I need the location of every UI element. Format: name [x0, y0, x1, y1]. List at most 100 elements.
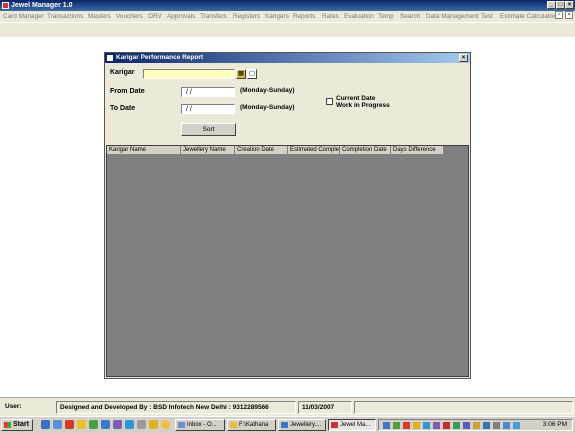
close-button[interactable]: ×	[565, 1, 574, 9]
windows-logo-icon	[4, 422, 11, 428]
app-icon-4[interactable]	[125, 420, 134, 429]
taskbar: Start Inbox - O... F:\Kathana Jewellery.…	[0, 416, 575, 433]
tray-icon-12[interactable]	[493, 422, 500, 429]
folder-icon[interactable]	[77, 420, 86, 429]
app-icon-3[interactable]	[113, 420, 122, 429]
from-date-field[interactable]: / /	[181, 87, 235, 97]
menu-karigars[interactable]: Karigars	[265, 12, 289, 21]
menu-transactions[interactable]: Transactions	[47, 12, 83, 21]
checkbox-label-line2: Work in Progress	[336, 102, 390, 109]
volume-icon[interactable]	[503, 422, 510, 429]
menu-evaluation[interactable]: Evaluation	[344, 12, 374, 21]
menu-data-management[interactable]: Data Management	[426, 12, 479, 21]
task-folder-label: F:\Kathana	[239, 422, 269, 428]
from-date-hint: (Monday-Sunday)	[240, 87, 295, 94]
tray-icon-8[interactable]	[453, 422, 460, 429]
column-estimated-completion[interactable]: Estimated Complet	[288, 146, 340, 155]
task-jewel-manager-label: Jewel Ma...	[340, 422, 371, 428]
menu-temp[interactable]: Temp	[378, 12, 394, 21]
dialog-title-bar: Karigar Performance Report ×	[105, 53, 470, 63]
task-inbox[interactable]: Inbox - O...	[175, 419, 225, 431]
start-label: Start	[13, 421, 29, 428]
menu-transfers[interactable]: Transfers	[200, 12, 227, 21]
task-folder[interactable]: F:\Kathana	[227, 419, 276, 431]
menu-card-manager[interactable]: Card Manager	[3, 12, 44, 21]
status-date: 11/03/2007	[298, 401, 352, 414]
karigar-lookup-icon[interactable]: ▦	[236, 69, 246, 79]
grid-header: Karigar Name Jewellery Name Creation Dat…	[107, 146, 444, 155]
network-icon[interactable]	[513, 422, 520, 429]
task-inbox-icon	[178, 422, 185, 428]
maximize-button[interactable]: □	[556, 1, 565, 9]
app-icon-5[interactable]	[137, 420, 146, 429]
menu-estimate-calculator[interactable]: Estimate Calculator	[500, 12, 555, 21]
task-inbox-label: Inbox - O...	[187, 422, 217, 428]
menu-search[interactable]: Search	[400, 12, 420, 21]
task-jewellery[interactable]: Jewellery....	[278, 419, 326, 431]
column-creation-date[interactable]: Creation Date	[235, 146, 288, 155]
column-days-difference[interactable]: Days Difference	[391, 146, 444, 155]
menu-bar: Card Manager Transactions Masters Vouche…	[0, 11, 575, 22]
media-icon[interactable]	[65, 420, 74, 429]
task-jewel-manager[interactable]: Jewel Ma...	[328, 419, 376, 431]
new-document-icon[interactable]: ▢	[247, 69, 257, 79]
status-bar: User: Designed and Developed By : BSD In…	[0, 397, 575, 417]
app-icon-6[interactable]	[149, 420, 158, 429]
tray-icon-4[interactable]	[413, 422, 420, 429]
tray-icon-10[interactable]	[473, 422, 480, 429]
tray-icon-2[interactable]	[393, 422, 400, 429]
start-button[interactable]: Start	[1, 419, 33, 431]
dialog-icon	[107, 55, 113, 61]
column-jewellery-name[interactable]: Jewellery Name	[181, 146, 235, 155]
ie-icon[interactable]	[41, 420, 50, 429]
tray-icon-6[interactable]	[433, 422, 440, 429]
tray-icon-5[interactable]	[423, 422, 430, 429]
from-date-label: From Date	[110, 88, 145, 95]
to-date-hint: (Monday-Sunday)	[240, 104, 295, 111]
tray-icon-7[interactable]	[443, 422, 450, 429]
tray-icon-3[interactable]	[403, 422, 410, 429]
current-date-checkbox[interactable]	[326, 98, 333, 105]
menu-reports[interactable]: Reports	[293, 12, 315, 21]
karigar-label: Karigar	[110, 69, 135, 76]
tray-icon-1[interactable]	[383, 422, 390, 429]
mdi-close-button[interactable]: ×	[565, 11, 573, 19]
to-date-label: To Date	[110, 105, 136, 112]
column-completion-date[interactable]: Completion Date	[340, 146, 391, 155]
menu-approvals[interactable]: Approvals	[167, 12, 195, 21]
tray-icon-11[interactable]	[483, 422, 490, 429]
dialog-close-button[interactable]: ×	[459, 54, 468, 62]
task-jewellery-icon	[281, 422, 288, 428]
column-karigar-name[interactable]: Karigar Name	[107, 146, 181, 155]
menu-test[interactable]: Test	[481, 12, 493, 21]
sort-button[interactable]: Sort	[181, 123, 236, 136]
menu-masters[interactable]: Masters	[88, 12, 111, 21]
app-icon-2[interactable]	[101, 420, 110, 429]
menu-rates[interactable]: Rates	[322, 12, 339, 21]
to-date-field[interactable]: / /	[181, 104, 235, 114]
menu-registers[interactable]: Registers	[233, 12, 260, 21]
menu-orv[interactable]: ORV	[148, 12, 162, 21]
toolbar-strip	[0, 22, 575, 38]
minimize-button[interactable]: _	[547, 1, 556, 9]
app-icon-1[interactable]	[89, 420, 98, 429]
clock[interactable]: 3:06 PM	[543, 420, 567, 430]
task-jewel-manager-icon	[331, 422, 338, 428]
mdi-restore-button[interactable]: ▫	[555, 11, 563, 19]
checkbox-label-line1: Current Date	[336, 95, 376, 102]
status-panel-empty	[354, 401, 573, 414]
karigar-performance-dialog: Karigar Performance Report × Karigar ▦ ▢…	[104, 52, 471, 379]
outlook-icon[interactable]	[53, 420, 62, 429]
karigar-input[interactable]	[143, 69, 235, 79]
smiley-icon[interactable]	[161, 420, 170, 429]
report-grid[interactable]: Karigar Name Jewellery Name Creation Dat…	[106, 145, 469, 377]
task-jewellery-label: Jewellery....	[290, 422, 322, 428]
menu-vouchers[interactable]: Vouchers	[116, 12, 143, 21]
dialog-title: Karigar Performance Report	[116, 54, 204, 61]
status-credit: Designed and Developed By : BSD Infotech…	[56, 401, 296, 414]
task-folder-icon	[230, 422, 237, 428]
status-user: User:	[5, 403, 22, 410]
app-icon	[2, 2, 9, 9]
system-tray: 3:06 PM	[378, 419, 573, 431]
tray-icon-9[interactable]	[463, 422, 470, 429]
